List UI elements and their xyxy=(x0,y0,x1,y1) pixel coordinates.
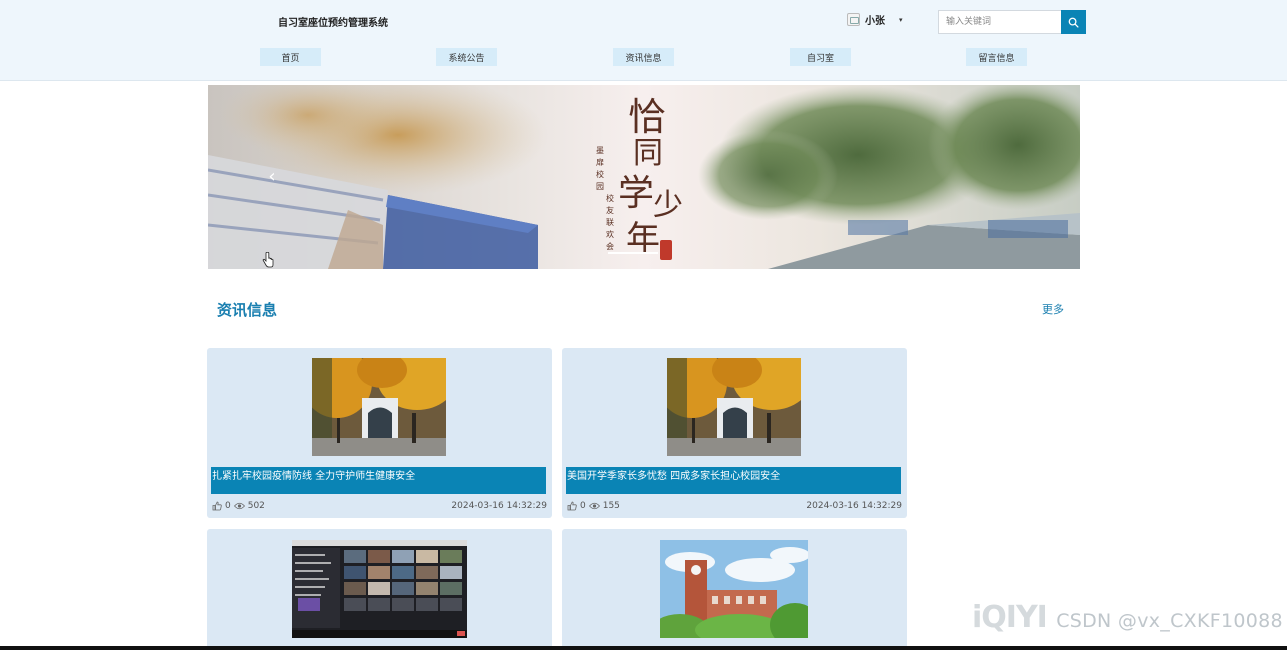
news-meta: 0 502 2024-03-16 14:32:29 xyxy=(212,501,547,511)
news-meta: 0 155 2024-03-16 14:32:29 xyxy=(567,501,902,511)
avatar[interactable] xyxy=(847,13,860,26)
nav-item-news[interactable]: 资讯信息 xyxy=(613,48,674,66)
view-count: 155 xyxy=(602,501,620,511)
banner-title-char-3: 学 xyxy=(618,173,654,214)
news-card[interactable]: 扎紧扎牢校园疫情防线 全力守护师生健康安全 0 502 2024-03-16 1… xyxy=(207,348,552,518)
view-count: 502 xyxy=(247,501,265,511)
svg-text:扉: 扉 xyxy=(596,157,604,167)
news-thumbnail[interactable] xyxy=(667,358,801,456)
svg-text:会: 会 xyxy=(606,241,614,251)
carousel-prev-button[interactable]: ‹ xyxy=(263,165,281,187)
search-button[interactable] xyxy=(1061,10,1086,34)
nav-item-messages[interactable]: 留言信息 xyxy=(966,48,1027,66)
svg-text:友: 友 xyxy=(606,205,614,215)
eye-icon xyxy=(588,502,600,510)
banner-image: 恰 同 学 少 年 墨扉校 园校友 联欢会 xyxy=(208,85,1080,269)
bottom-border xyxy=(0,646,1287,650)
news-title[interactable]: 扎紧扎牢校园疫情防线 全力守护师生健康安全 xyxy=(211,467,546,494)
news-thumbnail[interactable] xyxy=(292,540,467,638)
section-title: 资讯信息 xyxy=(217,301,278,319)
banner-title-char-2: 同 xyxy=(633,136,663,171)
svg-text:联: 联 xyxy=(606,218,614,227)
chevron-down-icon[interactable]: ▾ xyxy=(899,16,903,24)
watermark-text: CSDN @vx_CXKF10088 xyxy=(1056,610,1283,632)
thumbs-up-icon[interactable] xyxy=(567,501,577,511)
like-count: 0 xyxy=(580,501,586,511)
main-nav: 首页 系统公告 资讯信息 自习室 留言信息 xyxy=(0,48,1287,66)
watermark: iQIYI CSDN @vx_CXKF10088 xyxy=(972,600,1283,635)
svg-text:园: 园 xyxy=(596,182,604,191)
search-box xyxy=(938,10,1086,34)
nav-item-home[interactable]: 首页 xyxy=(260,48,321,66)
username[interactable]: 小张 xyxy=(865,12,885,27)
banner-carousel[interactable]: 恰 同 学 少 年 墨扉校 园校友 联欢会 ‹ xyxy=(208,85,1080,269)
news-card[interactable] xyxy=(562,529,907,650)
news-date: 2024-03-16 14:32:29 xyxy=(806,501,902,511)
thumbs-up-icon[interactable] xyxy=(212,501,222,511)
news-title[interactable]: 美国开学季家长多忧愁 四成多家长担心校园安全 xyxy=(566,467,901,494)
banner-title-char-4: 少 xyxy=(653,188,683,223)
news-card[interactable]: 美国开学季家长多忧愁 四成多家长担心校园安全 0 155 2024-03-16 … xyxy=(562,348,907,518)
watermark-logo: iQIYI xyxy=(972,600,1048,635)
nav-item-announcements[interactable]: 系统公告 xyxy=(436,48,497,66)
svg-text:校: 校 xyxy=(596,169,604,179)
user-menu[interactable]: 小张 ▾ xyxy=(847,12,903,27)
like-count: 0 xyxy=(225,501,231,511)
news-card[interactable] xyxy=(207,529,552,650)
eye-icon xyxy=(233,502,245,510)
news-date: 2024-03-16 14:32:29 xyxy=(451,501,547,511)
search-icon xyxy=(1068,17,1079,28)
site-title: 自习室座位预约管理系统 xyxy=(278,18,388,29)
svg-text:墨: 墨 xyxy=(596,146,604,155)
svg-text:欢: 欢 xyxy=(606,229,614,239)
news-thumbnail[interactable] xyxy=(660,540,808,638)
hand-cursor-icon xyxy=(262,252,274,268)
more-link[interactable]: 更多 xyxy=(1042,301,1064,317)
nav-item-study-room[interactable]: 自习室 xyxy=(790,48,851,66)
search-input[interactable] xyxy=(938,10,1061,34)
banner-title-char-1: 恰 xyxy=(628,95,666,139)
svg-text:校: 校 xyxy=(606,193,614,203)
news-thumbnail[interactable] xyxy=(312,358,446,456)
site-header: 自习室座位预约管理系统 小张 ▾ 首页 系统公告 资讯信息 自习室 留言信息 xyxy=(0,0,1287,81)
